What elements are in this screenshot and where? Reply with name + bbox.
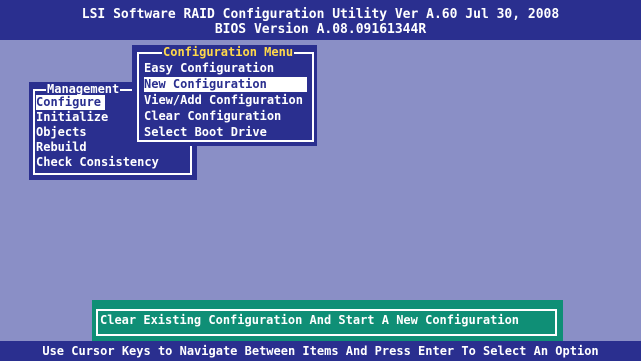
- configuration-menu: Configuration Menu Easy Configuration Ne…: [132, 45, 317, 146]
- menu-item-check-consistency[interactable]: Check Consistency: [36, 155, 159, 170]
- menu-item-select-boot-drive[interactable]: Select Boot Drive: [144, 125, 267, 140]
- menu-item-rebuild[interactable]: Rebuild: [36, 140, 87, 155]
- menu-item-objects[interactable]: Objects: [36, 125, 87, 140]
- menu-item-initialize[interactable]: Initialize: [36, 110, 108, 125]
- menu-item-configure[interactable]: Configure: [36, 95, 106, 110]
- help-panel: Clear Existing Configuration And Start A…: [92, 300, 563, 345]
- menu-item-clear-configuration[interactable]: Clear Configuration: [144, 109, 281, 124]
- menu-item-new-configuration[interactable]: New Configuration: [144, 77, 307, 92]
- menu-item-view-add-configuration[interactable]: View/Add Configuration: [144, 93, 303, 108]
- status-bar: Use Cursor Keys to Navigate Between Item…: [0, 341, 641, 361]
- menu-item-easy-configuration[interactable]: Easy Configuration: [144, 61, 274, 76]
- title-bar: LSI Software RAID Configuration Utility …: [0, 0, 641, 40]
- bios-version: BIOS Version A.08.09161344R: [214, 22, 427, 37]
- configuration-menu-title: Configuration Menu: [162, 45, 295, 60]
- help-text: Clear Existing Configuration And Start A…: [100, 313, 520, 327]
- app-title: LSI Software RAID Configuration Utility …: [81, 7, 560, 22]
